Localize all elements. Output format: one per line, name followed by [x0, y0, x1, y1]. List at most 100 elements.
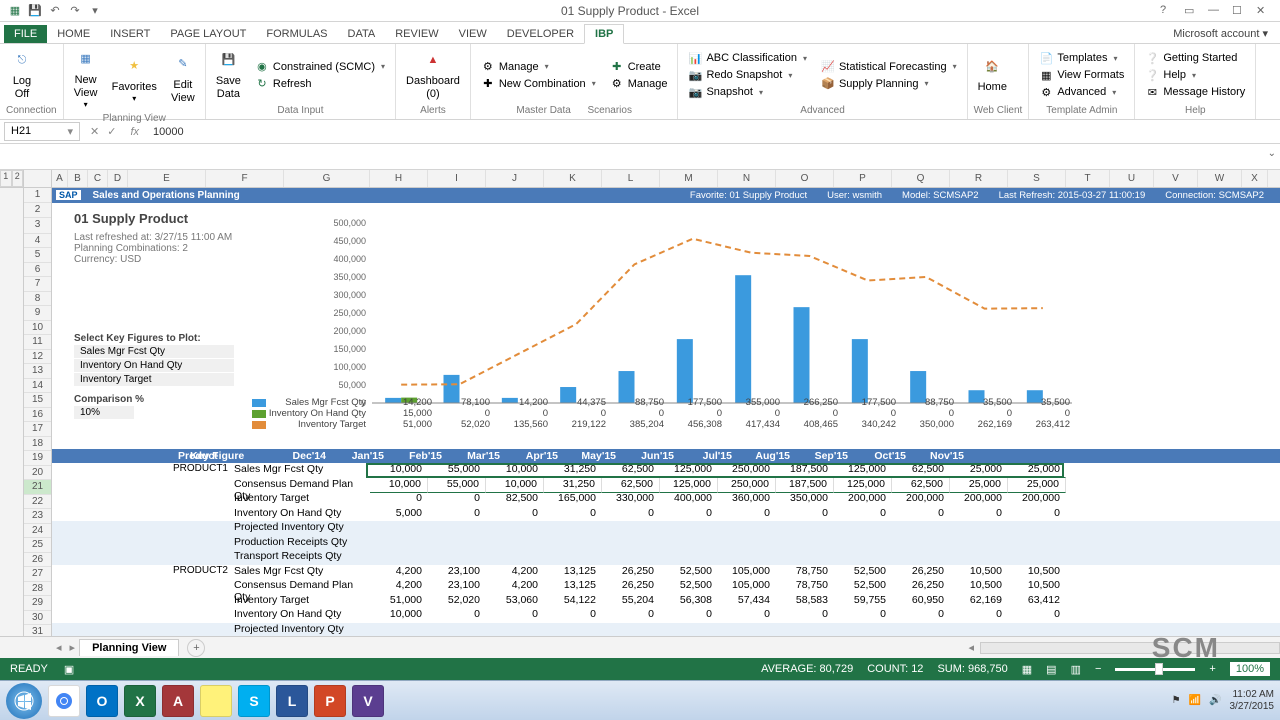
- help-button[interactable]: ❔Help: [1141, 67, 1249, 83]
- name-box[interactable]: H21▾: [4, 122, 80, 141]
- column-header[interactable]: L: [602, 170, 660, 187]
- formula-input[interactable]: 10000: [147, 124, 1280, 140]
- outline-level-2[interactable]: 2: [12, 170, 24, 187]
- edit-view-button[interactable]: ✎Edit View: [167, 51, 199, 107]
- logoff-button[interactable]: ⎋Log Off: [6, 47, 38, 103]
- horizontal-scrollbar[interactable]: [980, 642, 1280, 654]
- row-header[interactable]: 12: [24, 350, 51, 365]
- column-header[interactable]: B: [68, 170, 88, 187]
- table-row[interactable]: Transport Receipts Qty: [52, 550, 1280, 565]
- table-row[interactable]: Inventory On Hand Qty10,00000000000000: [52, 608, 1280, 623]
- row-header[interactable]: 7: [24, 277, 51, 292]
- save-icon[interactable]: 💾: [28, 4, 42, 18]
- row-header[interactable]: 8: [24, 292, 51, 307]
- view-formats-button[interactable]: ▦View Formats: [1035, 67, 1128, 83]
- sheet-nav-first-icon[interactable]: ◂: [52, 641, 66, 654]
- save-data-button[interactable]: 💾Save Data: [212, 47, 245, 103]
- table-row[interactable]: PRODUCT2Sales Mgr Fcst Qty4,20023,1004,2…: [52, 565, 1280, 580]
- visio-icon[interactable]: V: [352, 685, 384, 717]
- maximize-icon[interactable]: ☐: [1232, 4, 1246, 18]
- select-all-button[interactable]: [24, 170, 52, 187]
- row-header[interactable]: 9: [24, 306, 51, 321]
- row-header[interactable]: 29: [24, 596, 51, 611]
- accept-formula-icon[interactable]: ✓: [107, 125, 116, 138]
- zoom-out-icon[interactable]: −: [1095, 663, 1101, 675]
- message-history-button[interactable]: ✉Message History: [1141, 84, 1249, 100]
- new-combination-button[interactable]: ✚New Combination: [477, 76, 600, 92]
- excel-taskbar-icon[interactable]: X: [124, 685, 156, 717]
- manage-button[interactable]: ⚙Manage: [477, 59, 600, 75]
- column-header[interactable]: T: [1066, 170, 1110, 187]
- row-header[interactable]: 19: [24, 451, 51, 466]
- zoom-level[interactable]: 100%: [1230, 662, 1270, 676]
- snapshot-button[interactable]: 📷Snapshot: [684, 84, 811, 100]
- table-row[interactable]: Inventory Target51,00052,02053,06054,122…: [52, 594, 1280, 609]
- tab-page-layout[interactable]: PAGE LAYOUT: [160, 25, 256, 43]
- column-header[interactable]: G: [284, 170, 370, 187]
- row-header[interactable]: 4: [24, 234, 51, 249]
- row-header[interactable]: 3: [24, 218, 51, 234]
- skype-icon[interactable]: S: [238, 685, 270, 717]
- ribbon-options-icon[interactable]: ▭: [1184, 4, 1198, 18]
- stat-forecasting-button[interactable]: 📈Statistical Forecasting: [817, 59, 961, 75]
- row-header[interactable]: 14: [24, 379, 51, 394]
- lync-icon[interactable]: L: [276, 685, 308, 717]
- close-icon[interactable]: ✕: [1256, 4, 1270, 18]
- access-icon[interactable]: A: [162, 685, 194, 717]
- sheet-tab[interactable]: Planning View: [79, 639, 179, 656]
- getting-started-button[interactable]: ❔Getting Started: [1141, 50, 1249, 66]
- column-header[interactable]: O: [776, 170, 834, 187]
- table-row[interactable]: Projected Inventory Qty: [52, 623, 1280, 637]
- table-row[interactable]: Consensus Demand Plan Qty4,20023,1004,20…: [52, 579, 1280, 594]
- customize-icon[interactable]: ▾: [88, 4, 102, 18]
- view-pagebreak-icon[interactable]: ▥: [1071, 663, 1081, 676]
- dashboard-button[interactable]: ▲Dashboard (0): [402, 47, 464, 103]
- table-row[interactable]: Projected Inventory Qty: [52, 521, 1280, 536]
- cancel-formula-icon[interactable]: ✕: [90, 125, 99, 138]
- row-header[interactable]: 10: [24, 321, 51, 336]
- sheet-nav-last-icon[interactable]: ▸: [66, 641, 80, 654]
- minimize-icon[interactable]: —: [1208, 4, 1222, 18]
- kf-select-item[interactable]: Inventory Target: [74, 373, 234, 386]
- tab-review[interactable]: REVIEW: [385, 25, 448, 43]
- zoom-in-icon[interactable]: +: [1209, 663, 1215, 675]
- powerpoint-icon[interactable]: P: [314, 685, 346, 717]
- tray-network-icon[interactable]: 📶: [1189, 695, 1201, 706]
- view-layout-icon[interactable]: ▤: [1046, 663, 1056, 676]
- row-header[interactable]: 5: [24, 248, 51, 263]
- view-normal-icon[interactable]: ▦: [1022, 663, 1032, 676]
- create-button[interactable]: ✚Create: [606, 59, 672, 75]
- abc-classification-button[interactable]: 📊ABC Classification: [684, 50, 811, 66]
- tray-sound-icon[interactable]: 🔊: [1209, 695, 1221, 706]
- macro-record-icon[interactable]: ▣: [64, 663, 74, 676]
- row-header[interactable]: 24: [24, 524, 51, 539]
- column-header[interactable]: F: [206, 170, 284, 187]
- row-header[interactable]: 26: [24, 553, 51, 568]
- column-header[interactable]: E: [128, 170, 206, 187]
- column-header[interactable]: P: [834, 170, 892, 187]
- start-button[interactable]: [6, 683, 42, 719]
- row-header[interactable]: 6: [24, 263, 51, 278]
- supply-planning-button[interactable]: 📦Supply Planning: [817, 76, 961, 92]
- tab-data[interactable]: DATA: [338, 25, 386, 43]
- worksheet-grid[interactable]: 1234567891011121314151617181920212223242…: [0, 188, 1280, 636]
- kf-select-item[interactable]: Sales Mgr Fcst Qty: [74, 345, 234, 358]
- zoom-slider[interactable]: [1115, 668, 1195, 671]
- table-row[interactable]: Production Receipts Qty: [52, 536, 1280, 551]
- fx-icon[interactable]: fx: [122, 126, 147, 138]
- column-header[interactable]: C: [88, 170, 108, 187]
- column-header[interactable]: S: [1008, 170, 1066, 187]
- comparison-pct[interactable]: 10%: [74, 406, 134, 419]
- constrained-button[interactable]: ◉Constrained (SCMC): [251, 59, 389, 75]
- chrome-icon[interactable]: [48, 685, 80, 717]
- tab-view[interactable]: VIEW: [449, 25, 497, 43]
- redo-snapshot-button[interactable]: 📷Redo Snapshot: [684, 67, 811, 83]
- row-header[interactable]: 16: [24, 408, 51, 423]
- table-row[interactable]: Consensus Demand Plan Qty10,00055,00010,…: [52, 478, 1280, 493]
- add-sheet-button[interactable]: +: [187, 639, 205, 657]
- templates-button[interactable]: 📄Templates: [1035, 50, 1128, 66]
- table-row[interactable]: PRODUCT1Sales Mgr Fcst Qty10,00055,00010…: [52, 463, 1280, 478]
- column-header[interactable]: X: [1242, 170, 1268, 187]
- tray-flag-icon[interactable]: ⚑: [1172, 695, 1181, 706]
- row-header[interactable]: 1: [24, 188, 51, 203]
